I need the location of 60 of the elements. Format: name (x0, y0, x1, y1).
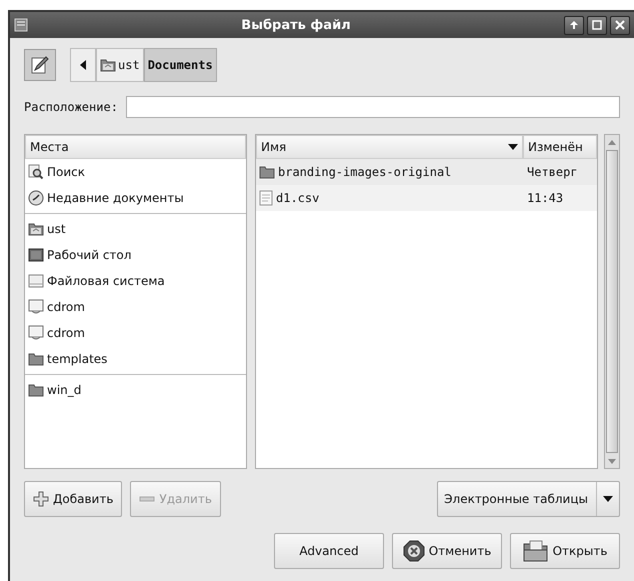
open-button[interactable]: Открыть (510, 533, 620, 569)
cancel-button[interactable]: Отменить (392, 533, 502, 569)
maximize-icon (592, 20, 602, 30)
shade-button[interactable] (564, 16, 584, 34)
place-item[interactable]: Файловая система (25, 268, 246, 294)
cdrom-drive-icon (28, 299, 44, 315)
file-row[interactable]: d1.csv 11:43 (256, 185, 597, 211)
file-row[interactable]: branding-images-original Четверг (256, 159, 597, 185)
drive-icon (28, 274, 44, 288)
place-item[interactable]: Поиск (25, 159, 246, 185)
folder-icon (28, 352, 44, 366)
home-folder-icon (28, 222, 44, 236)
clock-icon (28, 190, 44, 206)
scroll-down-icon (608, 458, 616, 464)
left-arrow-icon (80, 60, 86, 70)
type-location-button[interactable] (24, 49, 56, 81)
advanced-button[interactable]: Advanced (274, 533, 384, 569)
place-item[interactable]: templates (25, 346, 246, 372)
edit-icon (31, 56, 49, 74)
column-header[interactable]: Изменён (523, 135, 597, 159)
text-file-icon (259, 190, 273, 206)
column-header[interactable]: Имя (256, 135, 523, 159)
place-item[interactable]: cdrom (25, 294, 246, 320)
open-folder-icon (522, 540, 549, 562)
cdrom-drive-icon (28, 325, 44, 341)
scrollbar[interactable] (604, 134, 620, 469)
maximize-button[interactable] (587, 16, 607, 34)
location-field[interactable] (126, 96, 620, 118)
cancel-icon (402, 540, 425, 562)
minus-icon (139, 496, 156, 502)
search-icon (28, 164, 44, 180)
column-header[interactable]: Места (25, 135, 246, 159)
modified-cell-text: 11:43 (526, 191, 564, 205)
plus-icon (33, 491, 49, 507)
close-icon (615, 20, 625, 30)
scroll-up-icon (608, 140, 616, 144)
close-button[interactable] (610, 16, 630, 34)
sort-arrow-icon (508, 144, 518, 150)
back-button[interactable] (70, 48, 96, 82)
modified-cell-text: Четверг (526, 165, 579, 179)
desktop-icon (28, 248, 44, 262)
place-item[interactable]: Рабочий стол (25, 242, 246, 268)
place-item[interactable]: cdrom (25, 320, 246, 346)
window-title: Выбрать файл (240, 18, 352, 32)
home-folder-icon (100, 58, 116, 72)
folder-icon (28, 383, 44, 397)
add-button[interactable]: Добавить (24, 481, 122, 517)
place-item[interactable]: win_d (25, 377, 246, 403)
caret-icon (603, 496, 613, 502)
up-arrow-icon (569, 20, 579, 30)
file-name: branding-images-original (278, 165, 452, 179)
folder-icon (259, 165, 275, 179)
file-name: d1.csv (276, 191, 320, 205)
path-button[interactable]: ust (96, 48, 144, 82)
place-item[interactable]: ust (25, 216, 246, 242)
place-item[interactable]: Недавние документы (25, 185, 246, 211)
app-menu-icon[interactable] (14, 18, 28, 32)
file-filter-dropdown[interactable]: Электронные таблицы (437, 481, 620, 517)
location-label: Расположение: (24, 100, 118, 114)
path-button[interactable]: Documents (144, 48, 217, 82)
